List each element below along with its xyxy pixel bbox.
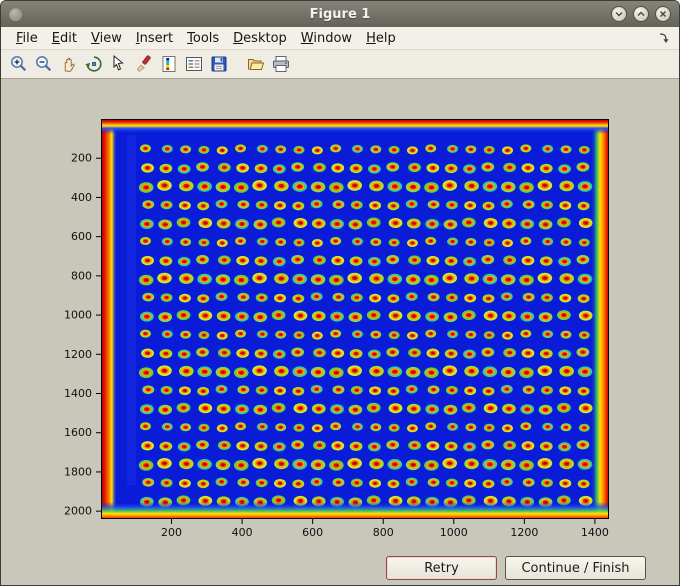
svg-text:1400: 1400	[581, 526, 609, 539]
brush-button[interactable]	[132, 53, 155, 76]
titlebar: Figure 1	[1, 1, 679, 27]
chevron-down-icon	[615, 11, 623, 17]
window-title: Figure 1	[309, 6, 371, 22]
menu-view[interactable]: View	[84, 29, 129, 48]
svg-text:1800: 1800	[64, 465, 92, 478]
menu-insert[interactable]: Insert	[129, 29, 180, 48]
continue-finish-button[interactable]: Continue / Finish	[505, 556, 646, 580]
menu-window[interactable]: Window	[294, 29, 359, 48]
colorbar-button[interactable]	[157, 53, 180, 76]
close-icon	[659, 10, 667, 18]
svg-text:200: 200	[161, 526, 182, 539]
menu-file[interactable]: File	[9, 29, 45, 48]
svg-text:1200: 1200	[64, 348, 92, 361]
svg-text:800: 800	[71, 269, 92, 282]
menu-edit[interactable]: Edit	[45, 29, 84, 48]
print-button[interactable]	[269, 53, 292, 76]
zoom-out-button[interactable]	[32, 53, 55, 76]
pan-hand-icon	[64, 57, 75, 72]
menubar: File Edit View Insert Tools Desktop Wind…	[1, 27, 679, 50]
chevron-up-icon	[637, 11, 645, 17]
figure-plot: 200 400 600 800 1000 1200 1400 1600 1800 2000 200 4…	[64, 119, 609, 539]
zoom-in-icon	[10, 56, 26, 72]
save-button[interactable]	[207, 53, 230, 76]
save-icon	[211, 56, 226, 72]
brush-icon	[136, 55, 151, 72]
legend-button[interactable]	[182, 53, 205, 76]
close-button[interactable]	[655, 6, 671, 22]
open-folder-icon	[247, 59, 264, 70]
zoom-out-icon	[35, 56, 51, 72]
svg-text:1600: 1600	[64, 426, 92, 439]
svg-text:1000: 1000	[64, 309, 92, 322]
colorbar-icon	[162, 56, 175, 72]
svg-text:400: 400	[71, 191, 92, 204]
zoom-in-button[interactable]	[7, 53, 30, 76]
figure-canvas-area: 200 400 600 800 1000 1200 1400 1600 1800 2000 200 4…	[1, 79, 679, 585]
figure-window: Figure 1 File Edit View Insert Tools Des…	[0, 0, 680, 586]
window-menu-icon[interactable]	[9, 7, 22, 21]
svg-text:1000: 1000	[440, 526, 468, 539]
rotate-3d-button[interactable]	[82, 53, 105, 76]
data-cursor-icon	[113, 54, 124, 71]
continue-finish-button-label: Continue / Finish	[521, 560, 630, 576]
svg-text:800: 800	[373, 526, 394, 539]
svg-text:2000: 2000	[64, 505, 92, 518]
menu-desktop[interactable]: Desktop	[226, 29, 294, 48]
open-button[interactable]	[244, 53, 267, 76]
maximize-button[interactable]	[633, 6, 649, 22]
data-cursor-button[interactable]	[107, 53, 130, 76]
retry-button[interactable]: Retry	[386, 556, 497, 580]
menu-tools[interactable]: Tools	[180, 29, 226, 48]
print-icon	[272, 56, 289, 72]
toolbar-separator	[232, 53, 242, 76]
svg-text:1400: 1400	[64, 387, 92, 400]
rotate-3d-icon	[84, 56, 102, 72]
svg-text:600: 600	[71, 230, 92, 243]
svg-text:1200: 1200	[510, 526, 538, 539]
svg-text:600: 600	[302, 526, 323, 539]
toolbar	[1, 50, 679, 79]
svg-text:200: 200	[71, 152, 92, 165]
window-controls	[611, 6, 671, 22]
minimize-button[interactable]	[611, 6, 627, 22]
svg-text:400: 400	[232, 526, 253, 539]
dock-figure-icon[interactable]	[657, 32, 671, 44]
legend-icon	[185, 57, 202, 71]
pan-button[interactable]	[57, 53, 80, 76]
menu-help[interactable]: Help	[359, 29, 403, 48]
retry-button-label: Retry	[424, 560, 459, 576]
